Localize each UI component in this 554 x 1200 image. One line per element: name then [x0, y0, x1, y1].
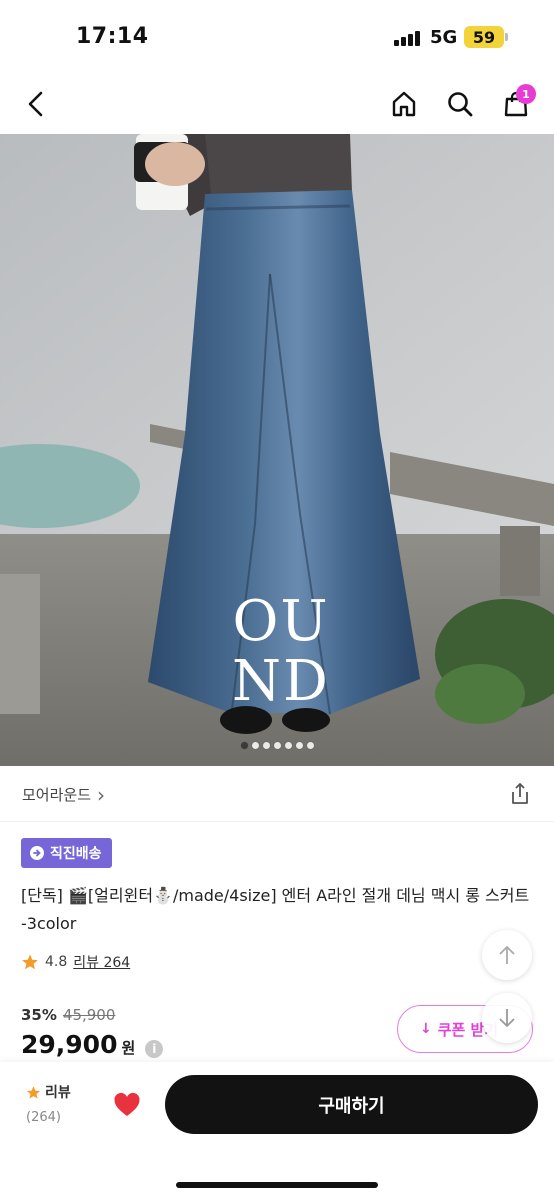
search-icon	[448, 92, 473, 117]
product-image[interactable]: OU ND	[0, 134, 554, 766]
carousel-indicator	[0, 742, 554, 749]
heart-icon	[114, 1092, 140, 1116]
original-price: 45,900	[62, 1006, 116, 1024]
star-icon	[26, 1085, 41, 1099]
star-icon	[22, 954, 38, 970]
review-label: 리뷰	[45, 1085, 71, 1101]
product-title: [단독] 🎬[얼리윈터⛄/made/4size] 엔터 A라인 절개 데님 맥시…	[21, 886, 530, 933]
scroll-up-button[interactable]	[482, 930, 532, 980]
delivery-icon	[30, 846, 44, 860]
chevron-right-icon: ›	[97, 782, 106, 807]
brand-watermark: OU ND	[226, 592, 336, 712]
buy-button[interactable]: 구매하기	[165, 1075, 538, 1134]
watermark-line1: OU	[232, 589, 330, 654]
battery-cap	[505, 33, 508, 41]
carousel-dot[interactable]	[306, 742, 314, 749]
price-block: 35% 45,900 29,900 원 i	[21, 1006, 164, 1059]
home-button[interactable]	[382, 74, 426, 134]
top-nav: 1	[0, 74, 554, 134]
battery-icon: 59	[464, 26, 504, 48]
bottom-action-bar: 리뷰 (264) 구매하기	[0, 1062, 554, 1200]
sale-price: 29,900	[21, 1030, 118, 1059]
download-icon: ↓	[420, 1021, 432, 1037]
arrow-up-icon	[499, 946, 515, 964]
home-icon	[392, 91, 416, 117]
carousel-dot[interactable]	[262, 742, 270, 749]
watermark-line2: ND	[232, 649, 330, 714]
arrow-down-icon	[499, 1009, 515, 1027]
cart-count-badge: 1	[516, 84, 536, 104]
share-icon	[512, 783, 528, 804]
currency-label: 원	[121, 1039, 136, 1057]
brand-link[interactable]: 모어라운드 ›	[22, 784, 105, 805]
info-icon[interactable]: i	[145, 1040, 164, 1058]
scroll-down-button[interactable]	[482, 993, 532, 1043]
discount-rate: 35%	[21, 1006, 57, 1024]
share-button[interactable]	[504, 778, 536, 810]
brand-row: 모어라운드 ›	[0, 766, 554, 822]
rating-row: 4.8 리뷰 264	[21, 952, 130, 972]
chevron-left-icon	[28, 91, 43, 117]
carousel-dot[interactable]	[273, 742, 281, 749]
review-summary[interactable]: 리뷰 (264)	[26, 1082, 71, 1125]
signal-icon	[394, 30, 422, 46]
back-button[interactable]	[14, 74, 58, 134]
like-button[interactable]	[110, 1088, 144, 1122]
carousel-dot[interactable]	[240, 742, 248, 749]
rating-value: 4.8	[45, 954, 68, 970]
carousel-dot[interactable]	[295, 742, 303, 749]
review-count: (264)	[26, 1110, 61, 1125]
cart-button[interactable]: 1	[494, 74, 538, 134]
brand-name: 모어라운드	[22, 786, 92, 804]
carousel-dot[interactable]	[284, 742, 292, 749]
status-bar: 17:14 5G 59	[0, 0, 554, 74]
search-button[interactable]	[438, 74, 482, 134]
status-time: 17:14	[76, 24, 149, 49]
home-indicator	[176, 1182, 378, 1188]
carousel-dot[interactable]	[251, 742, 259, 749]
battery-level: 59	[472, 27, 496, 47]
network-type: 5G	[430, 27, 458, 48]
badge-label: 직진배송	[50, 846, 102, 862]
review-link[interactable]: 리뷰 264	[73, 952, 130, 972]
direct-shipping-badge: 직진배송	[21, 838, 112, 868]
